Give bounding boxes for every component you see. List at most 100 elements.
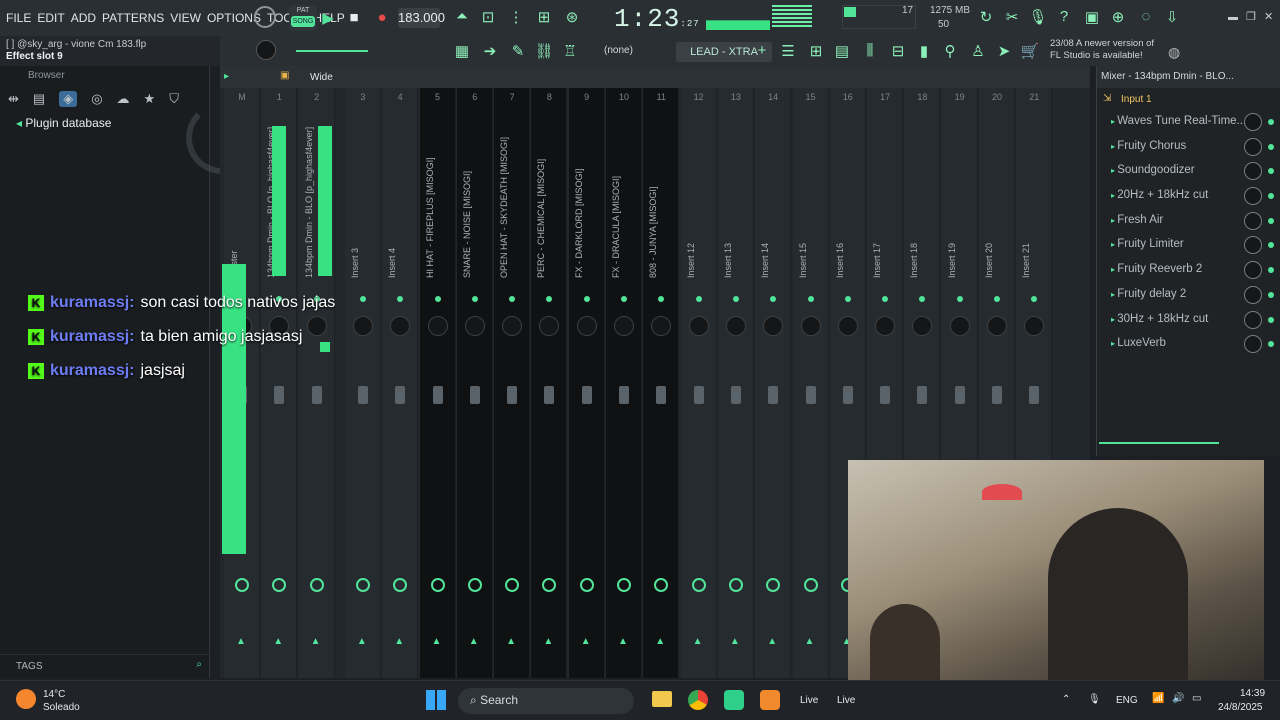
star-icon[interactable]: ★ (144, 91, 156, 107)
wait-record-icon[interactable]: ⊡ (478, 8, 498, 26)
strip-pan-knob[interactable] (763, 316, 784, 336)
strip-pan-knob[interactable] (576, 316, 597, 336)
slot-mix-knob[interactable] (1244, 236, 1262, 255)
strip-enable-dot[interactable] (844, 296, 851, 302)
strip-route-icon[interactable] (617, 578, 631, 592)
menu-options[interactable]: OPTIONS (207, 11, 261, 25)
slot-enable-dot[interactable] (1268, 267, 1274, 274)
strip-send-icon[interactable]: ▲ (805, 636, 815, 647)
strip-volume-fader[interactable] (581, 386, 592, 404)
arrow-icon[interactable]: ➔ (480, 42, 500, 60)
strip-volume-fader[interactable] (469, 386, 480, 404)
strip-volume-fader[interactable] (274, 386, 285, 404)
save-icon[interactable]: ▣ (1082, 8, 1102, 26)
strip-pan-knob[interactable] (949, 316, 970, 336)
strip-pan-knob[interactable] (502, 316, 523, 336)
globe-icon[interactable]: ◍ (1168, 44, 1180, 61)
mixer-strip[interactable]: 9 FX - DARKLORD [MISOGI] ▲ (568, 88, 605, 678)
chrome-icon[interactable] (688, 690, 708, 710)
strip-enable-dot[interactable] (397, 296, 404, 302)
strip-route-icon[interactable] (309, 578, 324, 592)
strip-send-icon[interactable]: ▲ (618, 636, 628, 647)
slot-enable-dot[interactable] (1268, 143, 1274, 150)
strip-enable-dot[interactable] (1031, 296, 1038, 302)
tray-mic-icon[interactable]: 🎙 (1088, 694, 1101, 705)
strip-pan-knob[interactable] (800, 316, 821, 336)
language-indicator[interactable]: ENG (1116, 695, 1138, 706)
stamp-icon[interactable]: ♖ (560, 42, 580, 60)
strip-pan-knob[interactable] (688, 316, 709, 336)
slot-enable-dot[interactable] (1268, 341, 1274, 348)
tuner-icon[interactable]: ♙ (968, 42, 988, 60)
effect-slot[interactable]: ▸ 20Hz + 18kHz cut (1097, 184, 1280, 209)
mixer-strip[interactable]: 10 FX - DRACULA [MISOGI] ▲ (606, 88, 642, 678)
pencil-icon[interactable]: ✎ (508, 42, 528, 60)
strip-enable-dot[interactable] (471, 296, 478, 302)
strip-volume-fader[interactable] (954, 386, 965, 404)
strip-route-icon[interactable] (393, 578, 408, 592)
taskbar-search[interactable]: ⌕ Search (458, 688, 634, 714)
menu-edit[interactable]: EDIT (37, 11, 64, 25)
strip-route-icon[interactable] (430, 578, 445, 592)
strip-volume-fader[interactable] (917, 386, 928, 404)
restore-icon[interactable]: ❐ (1246, 10, 1256, 23)
strip-volume-fader[interactable] (619, 386, 629, 404)
mixer-strip[interactable]: 14 Insert 14 ▲ (755, 88, 792, 678)
channel-rack-icon[interactable]: ▤ (832, 42, 852, 60)
slot-mix-knob[interactable] (1244, 211, 1262, 230)
strip-route-icon[interactable] (691, 578, 706, 592)
pat-song-toggle[interactable]: PAT SONG (289, 5, 317, 31)
slot-mix-knob[interactable] (1244, 335, 1262, 354)
master-pitch-slider[interactable] (296, 50, 368, 52)
strip-send-icon[interactable]: ▲ (543, 636, 553, 647)
plugin-icon[interactable]: ⊕ (1108, 8, 1128, 26)
strip-enable-dot[interactable] (434, 296, 441, 302)
strip-volume-fader[interactable] (730, 386, 741, 404)
volume-icon[interactable]: 🔊 (1172, 693, 1184, 704)
strip-route-icon[interactable] (355, 578, 370, 592)
strip-volume-fader[interactable] (768, 386, 779, 404)
menu-view[interactable]: VIEW (170, 11, 201, 25)
strip-send-icon[interactable]: ▲ (506, 636, 516, 647)
pitch-knob[interactable] (254, 6, 276, 28)
slot-enable-dot[interactable] (1268, 242, 1274, 249)
strip-route-icon[interactable] (272, 578, 287, 592)
strip-enable-dot[interactable] (770, 296, 777, 302)
browser-icon[interactable]: ▮ (914, 42, 934, 60)
strip-enable-dot[interactable] (732, 296, 739, 302)
strip-volume-fader[interactable] (805, 386, 816, 404)
tempo-display[interactable]: 183.000 (398, 8, 445, 28)
mixer-strip[interactable]: 6 SNARE - NOISE [MISOGI] ▲ (456, 88, 493, 678)
strip-pan-knob[interactable] (837, 316, 858, 336)
strip-pan-knob[interactable] (875, 316, 896, 336)
mixer-arrow-icon[interactable]: ▸ (224, 71, 229, 82)
strip-route-icon[interactable] (803, 578, 818, 592)
effect-slot[interactable]: ▸ Fruity delay 2 (1097, 283, 1280, 308)
mixer-icon[interactable]: ⫼ (860, 42, 880, 59)
slot-mix-knob[interactable] (1244, 162, 1262, 181)
slot-enable-dot[interactable] (1268, 168, 1274, 175)
strip-enable-dot[interactable] (509, 296, 516, 302)
strip-enable-dot[interactable] (546, 296, 553, 302)
slot-enable-dot[interactable] (1268, 217, 1274, 224)
menu-file[interactable]: FILE (6, 11, 31, 25)
file-explorer-icon[interactable] (652, 691, 672, 707)
strip-pan-knob[interactable] (651, 316, 672, 336)
strip-send-icon[interactable]: ▲ (394, 636, 404, 647)
strip-pan-knob[interactable] (987, 316, 1007, 336)
strip-enable-dot[interactable] (994, 296, 1000, 302)
strip-send-icon[interactable]: ▲ (693, 636, 703, 647)
strip-volume-fader[interactable] (992, 386, 1002, 404)
strip-volume-fader[interactable] (311, 386, 322, 404)
mic-icon[interactable]: 🎙 (1028, 8, 1048, 26)
mixer-view-icon[interactable]: ▣ (280, 70, 289, 81)
strip-send-icon[interactable]: ▲ (273, 636, 283, 647)
strip-volume-fader[interactable] (507, 386, 518, 404)
clock-time[interactable]: 14:39 (1240, 688, 1265, 699)
live-app-1[interactable]: Live (800, 695, 818, 706)
effect-slot[interactable]: ▸ Soundgoodizer (1097, 159, 1280, 184)
strip-send-icon[interactable]: ▲ (311, 636, 321, 647)
effect-slot[interactable]: ▸ Waves Tune Real-Time... (1097, 110, 1280, 135)
send-icon[interactable]: ➤ (994, 42, 1014, 60)
live-app-2[interactable]: Live (837, 695, 855, 706)
